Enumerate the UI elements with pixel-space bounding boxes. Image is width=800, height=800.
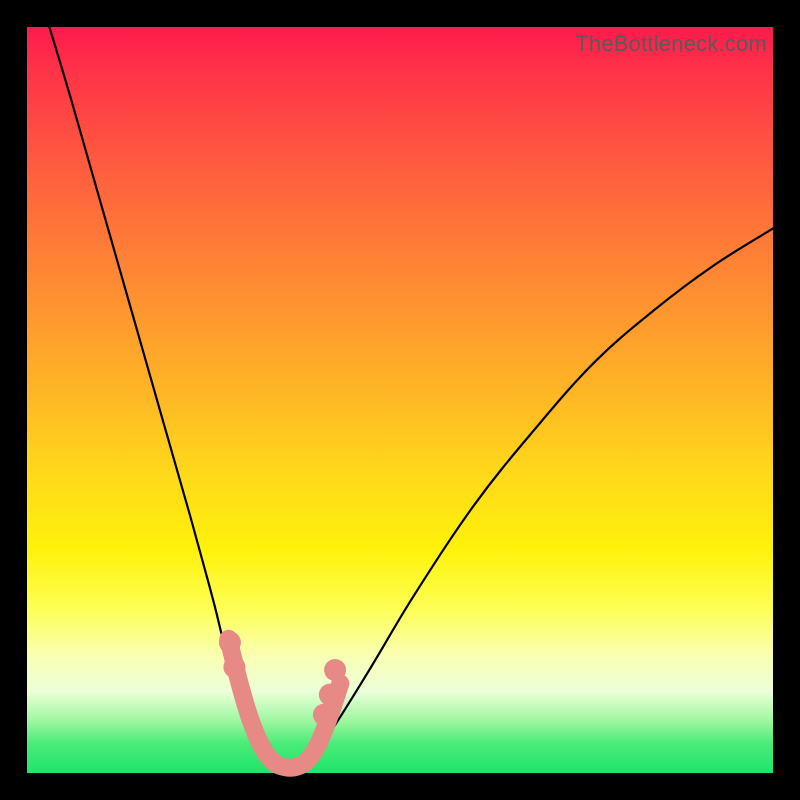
- highlight-dot: [223, 656, 245, 678]
- highlight-dot: [313, 704, 335, 726]
- bottleneck-curve: [49, 27, 773, 771]
- chart-frame: TheBottleneck.com: [0, 0, 800, 800]
- highlight-dot: [319, 684, 341, 706]
- highlight-dot: [324, 659, 346, 681]
- highlight-dot: [219, 631, 241, 653]
- plot-area: TheBottleneck.com: [27, 27, 773, 773]
- chart-svg: [27, 27, 773, 773]
